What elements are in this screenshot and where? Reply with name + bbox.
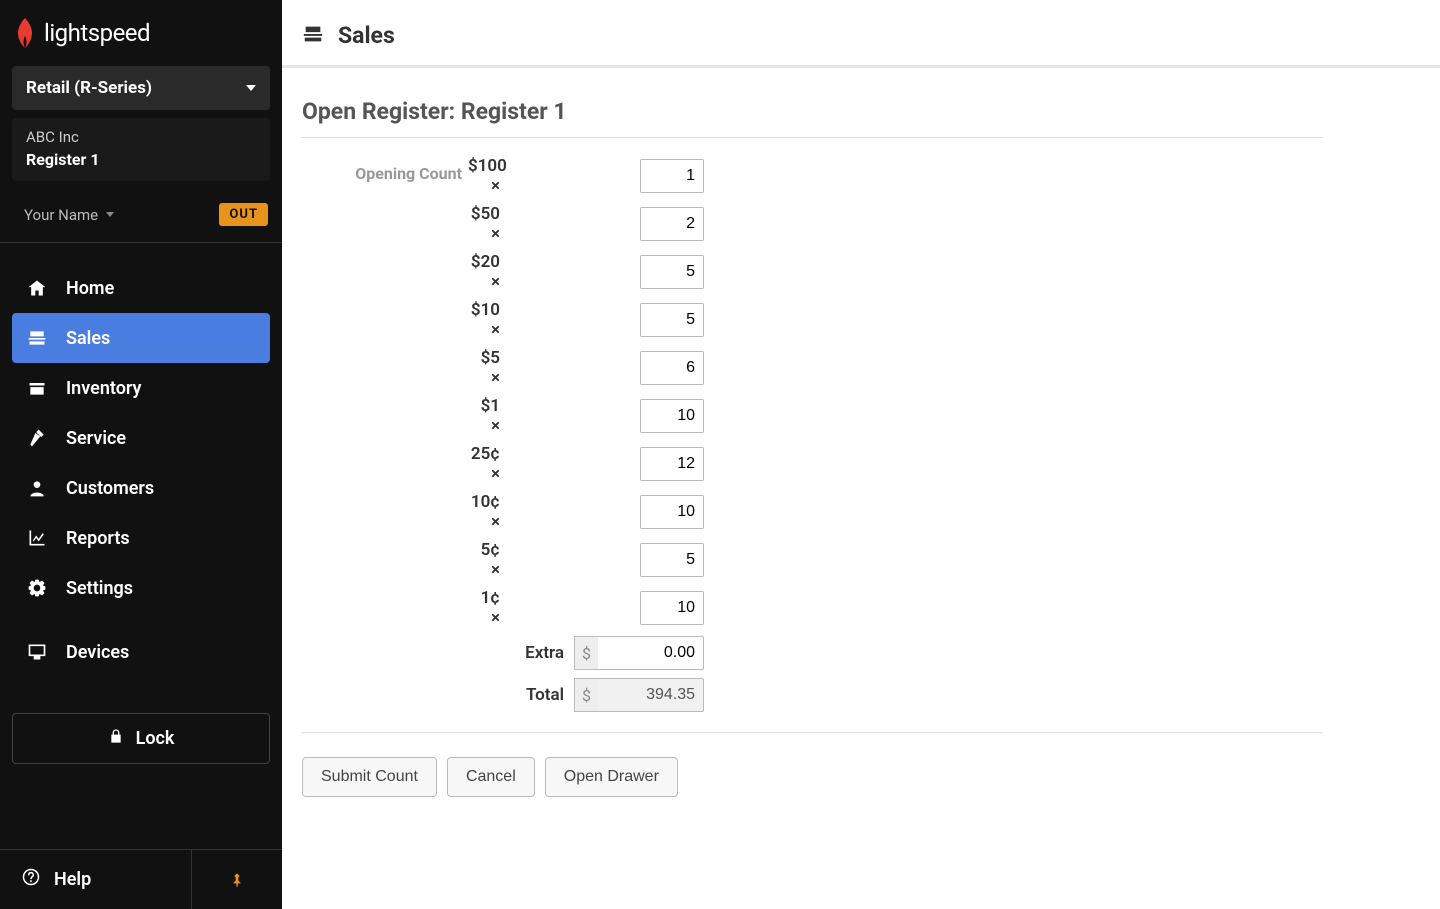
nav-settings[interactable]: Settings xyxy=(12,563,270,613)
denom-label-5: $5 × xyxy=(468,348,568,388)
extra-amount-wrap: $ xyxy=(574,636,704,670)
total-amount-wrap: $ xyxy=(574,678,704,712)
page-title: Open Register: Register 1 xyxy=(302,98,1322,138)
pin-icon xyxy=(229,872,245,888)
nav-devices[interactable]: Devices xyxy=(12,627,270,677)
action-buttons: Submit Count Cancel Open Drawer xyxy=(302,757,1322,797)
chevron-down-icon xyxy=(246,85,256,91)
chart-icon xyxy=(26,527,48,549)
register-name: Register 1 xyxy=(26,150,256,169)
page-header: Sales xyxy=(282,0,1440,68)
dollar-icon: $ xyxy=(574,678,598,712)
denom-label-1: $1 × xyxy=(468,396,568,436)
denom-input-10[interactable] xyxy=(640,303,704,337)
hammer-icon xyxy=(26,427,48,449)
nav-home[interactable]: Home xyxy=(12,263,270,313)
product-selector-label: Retail (R-Series) xyxy=(26,78,152,98)
denom-input-1c[interactable] xyxy=(640,591,704,625)
lock-icon xyxy=(108,728,124,749)
dollar-icon: $ xyxy=(574,636,598,670)
user-name-label: Your Name xyxy=(24,206,98,224)
home-icon xyxy=(26,277,48,299)
company-register-block[interactable]: ABC Inc Register 1 xyxy=(12,118,270,181)
header-title: Sales xyxy=(338,22,395,49)
sidebar-footer: Help xyxy=(0,849,282,909)
denom-label-1c: 1¢ × xyxy=(468,588,568,628)
lock-button[interactable]: Lock xyxy=(12,713,270,764)
gear-icon xyxy=(26,577,48,599)
content: Open Register: Register 1 Opening Count … xyxy=(282,68,1342,817)
opening-count-label: Opening Count xyxy=(302,156,462,183)
company-name: ABC Inc xyxy=(26,128,256,146)
sidebar: lightspeed Retail (R-Series) ABC Inc Reg… xyxy=(0,0,282,909)
nav-label: Home xyxy=(66,278,114,299)
denom-input-1[interactable] xyxy=(640,399,704,433)
user-menu[interactable]: Your Name xyxy=(24,206,114,224)
denom-input-5c[interactable] xyxy=(640,543,704,577)
denom-input-25c[interactable] xyxy=(640,447,704,481)
opening-count-table: Opening Count $100 × $50 × $20 × $10 × $… xyxy=(302,156,1322,733)
denom-label-10: $10 × xyxy=(468,300,568,340)
nav-label: Customers xyxy=(66,478,154,499)
open-drawer-button[interactable]: Open Drawer xyxy=(545,757,678,797)
help-button[interactable]: Help xyxy=(0,850,192,909)
nav-label: Inventory xyxy=(66,378,141,399)
denom-label-5c: 5¢ × xyxy=(468,540,568,580)
lock-label: Lock xyxy=(136,728,175,749)
cancel-button[interactable]: Cancel xyxy=(447,757,535,797)
denom-input-100[interactable] xyxy=(640,159,704,193)
register-icon xyxy=(26,327,48,349)
flame-icon xyxy=(12,18,38,48)
main-content: Sales Open Register: Register 1 Opening … xyxy=(282,0,1440,909)
denom-input-20[interactable] xyxy=(640,255,704,289)
denom-input-5[interactable] xyxy=(640,351,704,385)
main-nav: Home Sales Inventory Service xyxy=(0,243,282,685)
denom-label-100: $100 × xyxy=(468,156,568,196)
nav-label: Settings xyxy=(66,578,133,599)
denom-label-25c: 25¢ × xyxy=(468,444,568,484)
user-row: Your Name OUT xyxy=(0,193,282,242)
nav-label: Devices xyxy=(66,642,129,663)
nav-label: Reports xyxy=(66,528,130,549)
brand-name: lightspeed xyxy=(44,19,150,47)
submit-count-button[interactable]: Submit Count xyxy=(302,757,437,797)
denom-input-50[interactable] xyxy=(640,207,704,241)
chevron-down-icon xyxy=(106,212,114,217)
denom-input-10c[interactable] xyxy=(640,495,704,529)
extra-label: Extra xyxy=(468,643,568,663)
monitor-icon xyxy=(26,641,48,663)
nav-sales[interactable]: Sales xyxy=(12,313,270,363)
box-icon xyxy=(26,377,48,399)
nav-reports[interactable]: Reports xyxy=(12,513,270,563)
brand-logo: lightspeed xyxy=(0,0,282,66)
denom-label-20: $20 × xyxy=(468,252,568,292)
help-label: Help xyxy=(54,869,91,890)
nav-label: Sales xyxy=(66,328,110,349)
total-label: Total xyxy=(468,685,568,705)
nav-inventory[interactable]: Inventory xyxy=(12,363,270,413)
nav-customers[interactable]: Customers xyxy=(12,463,270,513)
help-icon xyxy=(22,868,40,891)
nav-label: Service xyxy=(66,428,126,449)
clock-out-badge[interactable]: OUT xyxy=(219,203,268,226)
denom-label-10c: 10¢ × xyxy=(468,492,568,532)
pin-button[interactable] xyxy=(192,850,282,909)
register-icon xyxy=(302,23,324,49)
user-icon xyxy=(26,477,48,499)
product-selector[interactable]: Retail (R-Series) xyxy=(12,66,270,110)
denom-label-50: $50 × xyxy=(468,204,568,244)
nav-service[interactable]: Service xyxy=(12,413,270,463)
